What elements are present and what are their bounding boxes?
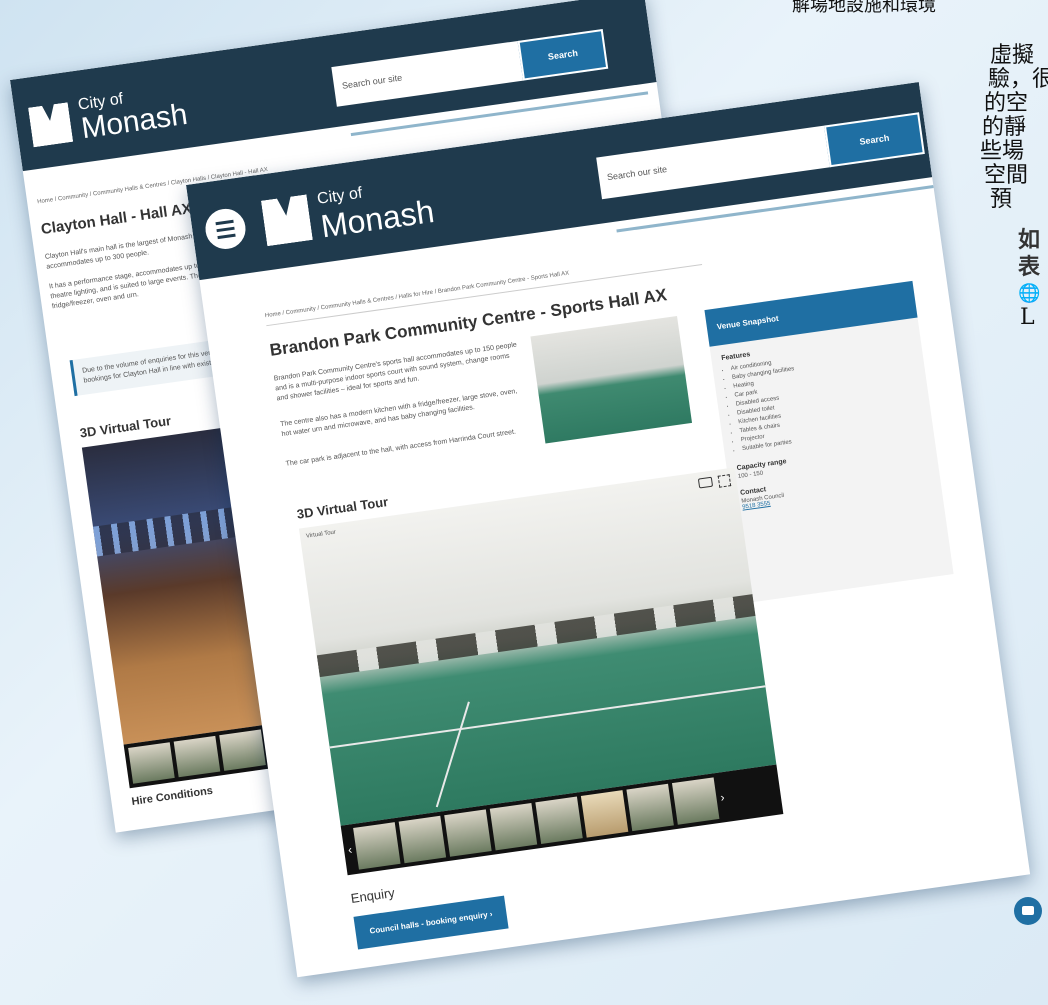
side-text-line: 驗，很 [988,67,1048,92]
tour-thumbnail[interactable] [353,822,401,870]
venue-photo [530,315,693,444]
tour-thumbnail[interactable] [535,796,583,844]
chevron-right-icon[interactable]: › [718,776,728,818]
menu-button[interactable] [199,202,252,255]
search-button[interactable]: Search [823,112,925,168]
side-text-bold: 表 [1018,254,1041,280]
side-text-line: 的空 [984,91,1029,116]
search-input[interactable]: Search our site [596,125,832,200]
tour-vr-icon[interactable] [697,476,714,489]
side-text-line: L [1020,305,1035,330]
page-title: Clayton Hall - Hall AX [39,200,193,239]
tour-thumbnail[interactable] [580,790,629,838]
tour-thumbnail[interactable] [626,783,674,832]
monash-logo-icon [261,194,313,246]
enquiry-heading: Enquiry [349,884,396,906]
search-button[interactable]: Search [517,29,609,81]
virtual-tour-viewer[interactable]: Virtual Tour [298,467,777,826]
tour-thumbnail[interactable] [444,809,492,857]
court-line [435,701,470,808]
chat-button[interactable] [1014,897,1042,925]
court-line [329,685,766,749]
booking-enquiry-button[interactable]: Council halls - booking enquiry › [353,895,509,950]
side-text-top: 解場地設施和環境 [792,0,936,16]
tour-thumbnail[interactable] [671,777,720,825]
menu-icon-line [217,233,236,240]
hire-conditions-heading: Hire Conditions [130,784,214,809]
side-text-line: 些場 [980,139,1025,164]
tour-window-band [316,594,756,678]
menu-icon-line [215,219,234,226]
tour-thumbnail[interactable] [219,729,266,771]
tour-thumbnail[interactable] [173,735,221,778]
search-input[interactable]: Search our site [331,40,526,107]
side-text-line: 的靜 [982,115,1027,140]
side-text-line: 空間 [984,163,1029,188]
globe-icon: 🌐 [1018,283,1041,304]
monash-logo-icon [28,102,73,147]
chat-icon [1022,906,1034,915]
tour-thumbnail[interactable] [489,802,538,851]
front-page-screenshot: City of Monash Search our site Search Ho… [186,82,1031,978]
side-text-bold: 如 [1018,227,1041,253]
tour-watermark: Virtual Tour [305,529,337,540]
side-text-line: 預 [990,187,1013,212]
menu-icon-line [216,226,235,233]
fullscreen-icon[interactable] [717,474,732,488]
tour-thumbnail[interactable] [128,742,175,784]
tour-thumbnail[interactable] [398,815,447,864]
side-text-line: 虛擬 [990,43,1035,68]
